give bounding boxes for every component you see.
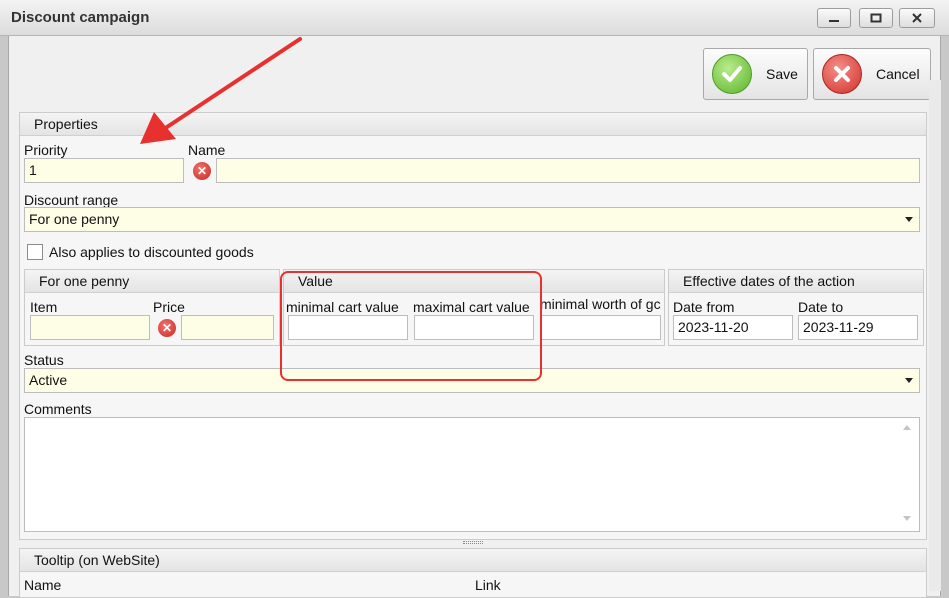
min-worth-input[interactable] [540, 315, 661, 340]
date-to-label: Date to [798, 299, 844, 315]
tooltip-header: Tooltip (on WebSite) [20, 549, 926, 572]
also-applies-label: Also applies to discounted goods [49, 244, 254, 260]
dates-header: Effective dates of the action [669, 270, 923, 293]
cancel-label: Cancel [876, 66, 920, 82]
save-button[interactable]: Save [703, 48, 808, 100]
status-dropdown-arrow-icon [905, 378, 913, 383]
price-error-icon: ✕ [158, 319, 176, 337]
also-applies-checkbox[interactable] [27, 244, 43, 260]
comments-scroll-up-icon[interactable] [903, 425, 911, 430]
minimize-icon [829, 20, 839, 22]
min-worth-label-clip: minimal worth of gc [540, 296, 662, 316]
maximize-icon [870, 13, 882, 23]
cancel-button[interactable]: Cancel [813, 48, 931, 100]
discount-range-select[interactable]: For one penny [24, 207, 920, 232]
dropdown-arrow-icon [905, 217, 913, 222]
minimize-button[interactable] [817, 8, 851, 28]
date-from-label: Date from [673, 299, 735, 315]
vertical-scrollbar[interactable] [929, 80, 941, 591]
name-input[interactable] [216, 158, 920, 183]
status-value: Active [29, 372, 68, 388]
comments-label: Comments [24, 401, 92, 417]
date-to-input[interactable]: 2023-11-29 [798, 315, 918, 340]
error-icon: ✕ [193, 162, 211, 180]
window-title: Discount campaign [11, 9, 150, 26]
item-label: Item [30, 299, 58, 315]
cancel-x-icon [822, 54, 862, 94]
item-input[interactable] [30, 315, 150, 340]
annotation-highlight-box [280, 271, 542, 381]
discount-range-label: Discount range [24, 192, 119, 208]
close-button[interactable] [899, 8, 935, 28]
checkmark-icon [712, 54, 752, 94]
min-worth-label: minimal worth of gc [540, 296, 661, 312]
close-icon [912, 13, 922, 23]
splitter-grip-icon[interactable] [463, 541, 483, 544]
status-label: Status [24, 352, 64, 368]
price-input[interactable] [181, 315, 274, 340]
save-label: Save [766, 66, 798, 82]
maximize-button[interactable] [859, 8, 893, 28]
date-from-input[interactable]: 2023-11-20 [673, 315, 793, 340]
price-label: Price [153, 299, 185, 315]
penny-header: For one penny [25, 270, 279, 293]
annotation-arrow-icon [140, 37, 302, 144]
priority-label: Priority [24, 142, 68, 158]
discount-range-value: For one penny [29, 211, 120, 227]
priority-input[interactable]: 1 [24, 158, 184, 183]
comments-textarea[interactable] [24, 417, 920, 532]
comments-scroll-down-icon[interactable] [903, 516, 911, 521]
